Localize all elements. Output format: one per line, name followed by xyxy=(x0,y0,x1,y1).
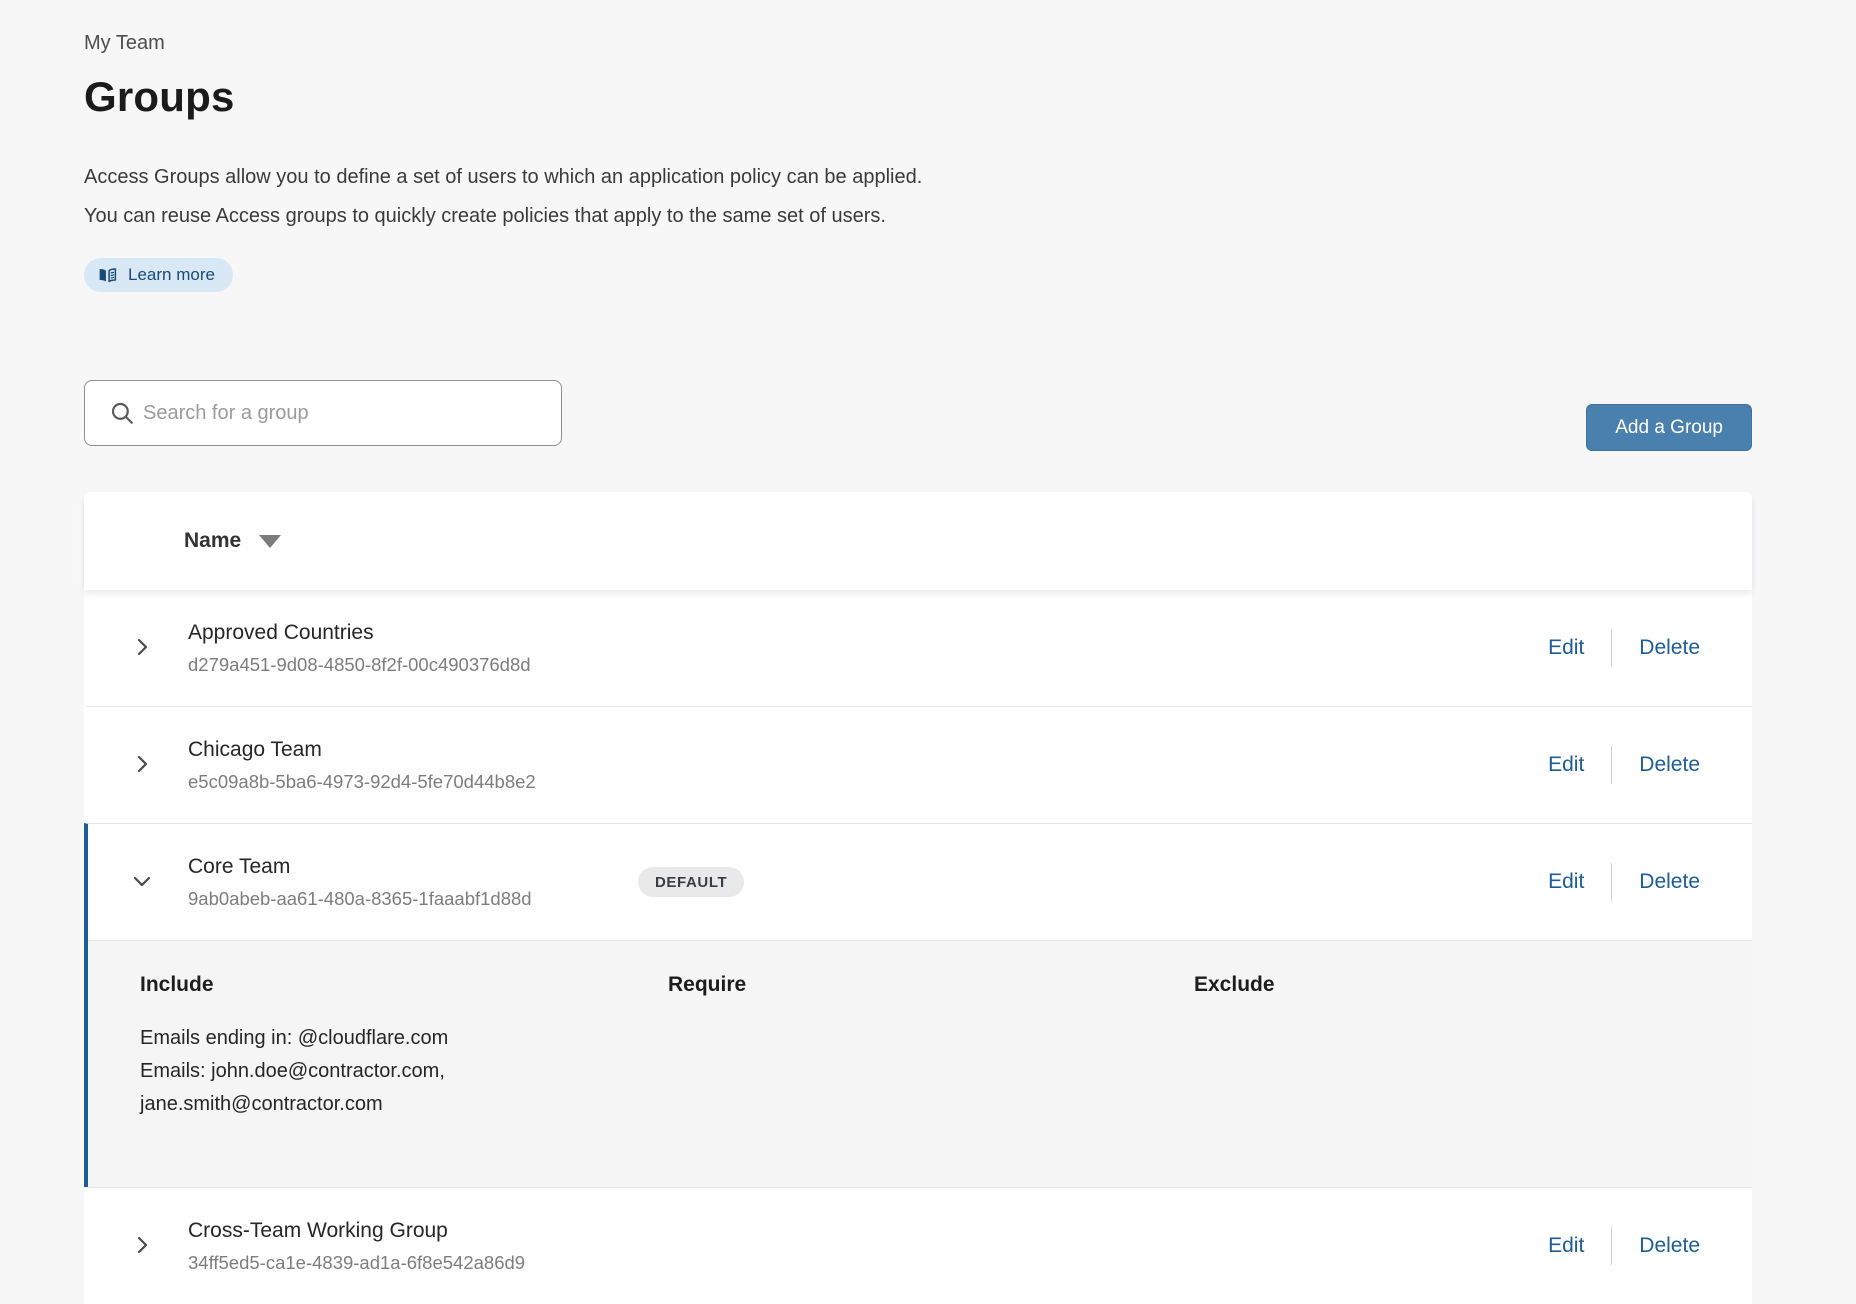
row-actions: Edit Delete xyxy=(1548,629,1700,667)
add-group-button[interactable]: Add a Group xyxy=(1586,404,1752,451)
edit-link[interactable]: Edit xyxy=(1548,870,1584,894)
learn-more-label: Learn more xyxy=(128,265,215,285)
include-column: Include Emails ending in: @cloudflare.co… xyxy=(140,971,668,1121)
group-name: Cross-Team Working Group xyxy=(188,1217,638,1245)
table-row: Cross-Team Working Group 34ff5ed5-ca1e-4… xyxy=(84,1187,1752,1304)
collapse-row-button[interactable] xyxy=(130,870,154,894)
chevron-down-icon xyxy=(130,869,154,896)
name-column-header[interactable]: Name xyxy=(184,529,241,553)
delete-link[interactable]: Delete xyxy=(1639,753,1700,777)
search-container xyxy=(84,380,562,446)
group-id: d279a451-9d08-4850-8f2f-00c490376d8d xyxy=(188,653,638,677)
book-icon xyxy=(97,265,118,286)
include-rule: Emails: john.doe@contractor.com, jane.sm… xyxy=(140,1055,610,1121)
description-line-2: You can reuse Access groups to quickly c… xyxy=(84,197,1752,236)
actions-divider xyxy=(1611,629,1612,667)
group-name: Core Team xyxy=(188,853,638,881)
row-actions: Edit Delete xyxy=(1548,863,1700,901)
page-content: My Team Groups Access Groups allow you t… xyxy=(84,0,1752,1304)
row-actions: Edit Delete xyxy=(1548,746,1700,784)
row-actions: Edit Delete xyxy=(1548,1227,1700,1265)
table-rows: Approved Countries d279a451-9d08-4850-8f… xyxy=(84,590,1752,1304)
expand-row-button[interactable] xyxy=(130,636,154,660)
actions-divider xyxy=(1611,863,1612,901)
include-rules: Emails ending in: @cloudflare.com Emails… xyxy=(140,1022,610,1121)
group-id: e5c09a8b-5ba6-4973-92d4-5fe70d44b8e2 xyxy=(188,770,638,794)
default-badge: DEFAULT xyxy=(638,867,744,897)
actions-divider xyxy=(1611,746,1612,784)
delete-link[interactable]: Delete xyxy=(1639,636,1700,660)
chevron-right-icon xyxy=(130,752,154,779)
search-input[interactable] xyxy=(84,380,562,446)
require-header: Require xyxy=(668,971,1194,998)
group-name-block: Approved Countries d279a451-9d08-4850-8f… xyxy=(188,619,638,677)
group-name-block: Chicago Team e5c09a8b-5ba6-4973-92d4-5fe… xyxy=(188,736,638,794)
page-title: Groups xyxy=(84,72,1752,122)
group-name: Approved Countries xyxy=(188,619,638,647)
table-row-expanded: Core Team 9ab0abeb-aa61-480a-8365-1faaab… xyxy=(84,823,1752,1187)
group-id: 9ab0abeb-aa61-480a-8365-1faaabf1d88d xyxy=(188,887,638,911)
include-header: Include xyxy=(140,971,668,998)
group-name: Chicago Team xyxy=(188,736,638,764)
edit-link[interactable]: Edit xyxy=(1548,1234,1584,1258)
chevron-right-icon xyxy=(130,1233,154,1260)
groups-table: Name Approved Countries d279a451-9d08-48… xyxy=(84,492,1752,1304)
table-row: Approved Countries d279a451-9d08-4850-8f… xyxy=(84,590,1752,706)
page-description: Access Groups allow you to define a set … xyxy=(84,158,1752,236)
breadcrumb: My Team xyxy=(84,30,1752,56)
exclude-column: Exclude xyxy=(1194,971,1700,1121)
learn-more-button[interactable]: Learn more xyxy=(84,258,233,292)
delete-link[interactable]: Delete xyxy=(1639,1234,1700,1258)
toolbar: Add a Group xyxy=(84,380,1752,451)
caret-down-icon[interactable] xyxy=(259,535,281,548)
exclude-header: Exclude xyxy=(1194,971,1700,998)
edit-link[interactable]: Edit xyxy=(1548,636,1584,660)
description-line-1: Access Groups allow you to define a set … xyxy=(84,158,1752,197)
table-row: Chicago Team e5c09a8b-5ba6-4973-92d4-5fe… xyxy=(84,706,1752,823)
delete-link[interactable]: Delete xyxy=(1639,870,1700,894)
chevron-right-icon xyxy=(130,635,154,662)
group-name-block: Cross-Team Working Group 34ff5ed5-ca1e-4… xyxy=(188,1217,638,1275)
actions-divider xyxy=(1611,1227,1612,1265)
edit-link[interactable]: Edit xyxy=(1548,753,1584,777)
expand-row-button[interactable] xyxy=(130,753,154,777)
group-id: 34ff5ed5-ca1e-4839-ad1a-6f8e542a86d9 xyxy=(188,1251,638,1275)
expand-row-button[interactable] xyxy=(130,1234,154,1258)
group-policy-details: Include Emails ending in: @cloudflare.co… xyxy=(88,940,1752,1187)
group-name-block: Core Team 9ab0abeb-aa61-480a-8365-1faaab… xyxy=(188,853,638,911)
include-rule: Emails ending in: @cloudflare.com xyxy=(140,1022,610,1055)
table-header: Name xyxy=(84,492,1752,590)
require-column: Require xyxy=(668,971,1194,1121)
